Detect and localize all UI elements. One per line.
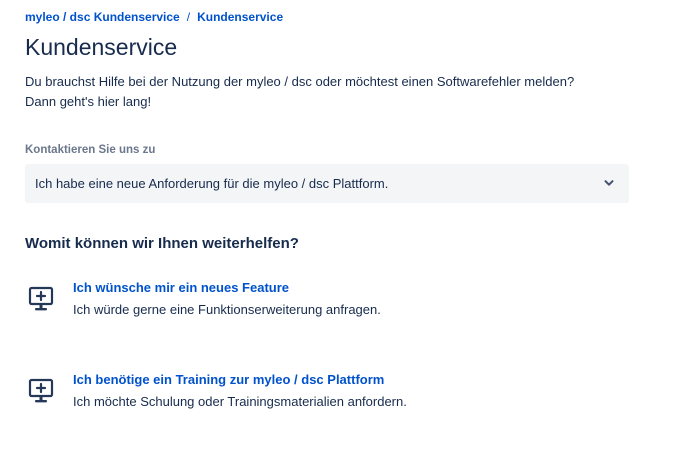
page-title: Kundenservice (25, 34, 178, 60)
intro-line-1: Du brauchst Hilfe bei der Nutzung der my… (25, 74, 575, 89)
chevron-down-icon (604, 180, 614, 186)
request-type-new-feature[interactable]: Ich wünsche mir ein neues Feature Ich wü… (25, 280, 625, 326)
intro-text: Du brauchst Hilfe bei der Nutzung der my… (25, 72, 645, 112)
request-type-description: Ich möchte Schulung oder Trainingsmateri… (73, 394, 407, 409)
intro-line-2: Dann geht's hier lang! (25, 94, 152, 109)
contact-select-value: Ich habe eine neue Anforderung für die m… (35, 176, 389, 191)
request-type-training[interactable]: Ich benötige ein Training zur myleo / ds… (25, 372, 625, 418)
request-type-title[interactable]: Ich benötige ein Training zur myleo / ds… (73, 372, 384, 387)
breadcrumb-current-link[interactable]: Kundenservice (197, 10, 283, 24)
customer-portal-page: myleo / dsc Kundenservice / Kundenservice … (0, 0, 678, 455)
request-type-title[interactable]: Ich wünsche mir ein neues Feature (73, 280, 289, 295)
breadcrumb: myleo / dsc Kundenservice / Kundenservice (25, 10, 283, 24)
contact-select-label: Kontaktieren Sie uns zu (25, 144, 156, 156)
contact-select[interactable]: Ich habe eine neue Anforderung für die m… (25, 164, 629, 203)
request-type-description: Ich würde gerne eine Funktionserweiterun… (73, 302, 381, 317)
help-heading: Womit können wir Ihnen weiterhelfen? (25, 235, 299, 252)
monitor-plus-icon (28, 286, 54, 311)
breadcrumb-portal-link[interactable]: myleo / dsc Kundenservice (25, 10, 180, 24)
breadcrumb-separator: / (186, 10, 191, 24)
monitor-plus-icon (28, 378, 54, 403)
